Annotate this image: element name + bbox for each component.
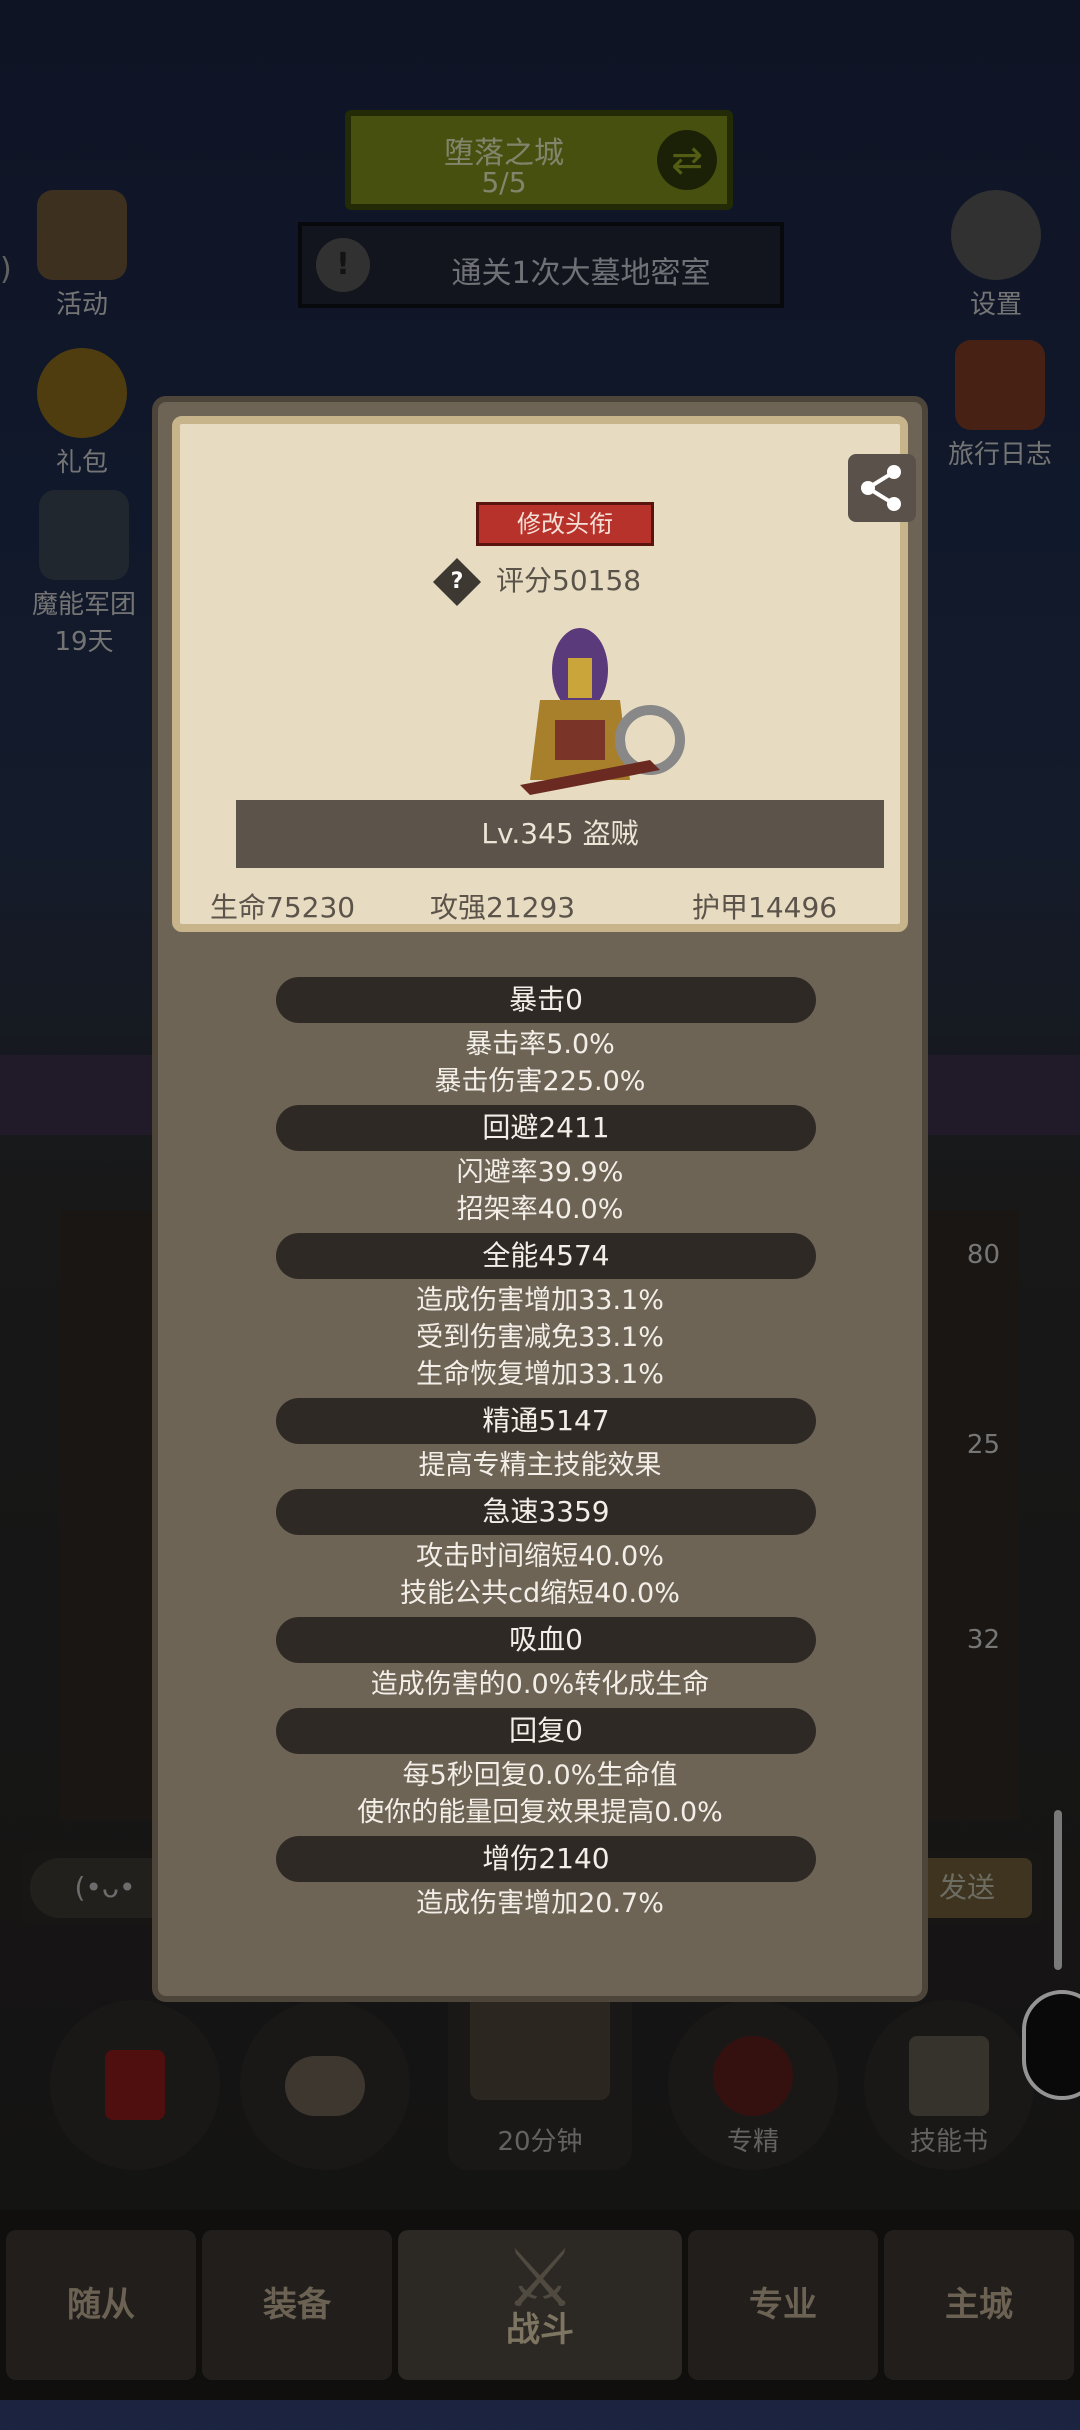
map-progress: 5/5: [481, 166, 527, 199]
gift-button[interactable]: 礼包: [22, 348, 142, 479]
journal-button[interactable]: 旅行日志: [930, 340, 1070, 471]
scrollbar[interactable]: [1054, 1810, 1062, 1970]
stat-line: 造成伤害的0.0%转化成生命: [370, 1669, 710, 1700]
stat-line: 受到伤害减免33.1%: [416, 1322, 664, 1353]
score-row: ? 评分50158: [432, 556, 642, 607]
stat-line: 使你的能量回复效果提高0.0%: [357, 1797, 723, 1828]
stat-line: 暴击率5.0%: [465, 1029, 615, 1060]
item-count: 80: [966, 1240, 1000, 1270]
versatility-header: 全能4574: [276, 1233, 816, 1279]
lifesteal-header: 吸血0: [276, 1617, 816, 1663]
crossed-swords-icon: ⚔: [504, 2232, 576, 2325]
share-icon: [861, 465, 901, 511]
regen-header: 回复0: [276, 1708, 816, 1754]
potion-icon: [105, 2050, 165, 2120]
item-count: 25: [966, 1430, 1000, 1460]
stat-line: 招架率40.0%: [456, 1194, 624, 1225]
quest-bar[interactable]: ! 通关1次大墓地密室: [298, 222, 784, 308]
stat-line: 每5秒回复0.0%生命值: [402, 1760, 678, 1791]
edit-title-button[interactable]: 修改头衔: [476, 502, 654, 546]
nav-tab-battle[interactable]: ⚔ 战斗: [398, 2230, 682, 2380]
legion-button[interactable]: 魔能军团 19天: [14, 490, 154, 658]
attack-stat: 攻强21293: [430, 891, 576, 924]
treasure-chest-icon: [470, 1990, 610, 2100]
help-icon[interactable]: ?: [432, 557, 482, 607]
stat-line: 提高专精主技能效果: [418, 1450, 662, 1481]
crit-header: 暴击0: [276, 977, 816, 1023]
bottom-nav: 随从 装备 ⚔ 战斗 专业 主城: [0, 2210, 1080, 2400]
hp-stat: 生命75230: [210, 891, 356, 924]
gift-coin-icon: [37, 348, 127, 438]
journal-book-icon: [955, 340, 1045, 430]
stat-line: 攻击时间缩短40.0%: [416, 1541, 664, 1572]
score-value: 评分50158: [496, 564, 642, 597]
haste-header: 急速3359: [276, 1489, 816, 1535]
level-class-bar: Lv.345 盗贼: [236, 800, 884, 868]
specialization-icon: [713, 2036, 793, 2116]
skill-book-slot[interactable]: 技能书: [864, 2000, 1034, 2170]
character-stats-modal: 修改头衔 ? 评分50158 Lv.345 盗贼 生命75230 攻强21293 …: [152, 396, 928, 2002]
stone-icon: [285, 2056, 365, 2116]
stat-line: 技能公共cd缩短40.0%: [400, 1578, 680, 1609]
nav-tab-main-city[interactable]: 主城: [884, 2230, 1074, 2380]
item-count: 32: [966, 1625, 1000, 1655]
stat-line: 生命恢复增加33.1%: [416, 1359, 664, 1390]
event-button[interactable]: 活动: [22, 190, 142, 321]
dodge-header: 回避2411: [276, 1105, 816, 1151]
nav-tab-equipment[interactable]: 装备: [202, 2230, 392, 2380]
stat-line: 暴击伤害225.0%: [434, 1066, 646, 1097]
map-banner[interactable]: 堕落之城 5/5 ⇄: [345, 110, 733, 210]
specialization-slot[interactable]: 专精: [668, 2000, 838, 2170]
left-edge-text: ): [0, 252, 12, 287]
event-scroll-icon: [37, 190, 127, 280]
stat-line: 造成伤害增加20.7%: [416, 1888, 664, 1919]
stat-line: 闪避率39.9%: [456, 1157, 624, 1188]
swap-map-icon[interactable]: ⇄: [657, 130, 717, 190]
floating-assistant-button[interactable]: [1022, 1990, 1080, 2100]
share-button[interactable]: [848, 454, 916, 522]
character-avatar: [520, 628, 685, 795]
skill-book-icon: [909, 2036, 989, 2116]
mastery-header: 精通5147: [276, 1398, 816, 1444]
gear-icon: [951, 190, 1041, 280]
armor-stat: 护甲14496: [692, 891, 838, 924]
quest-text: 通关1次大墓地密室: [451, 256, 711, 291]
potion-slot[interactable]: [50, 2000, 220, 2170]
character-card: 修改头衔 ? 评分50158 Lv.345 盗贼 生命75230 攻强21293 …: [172, 416, 916, 932]
stone-slot[interactable]: [240, 2000, 410, 2170]
stat-line: 造成伤害增加33.1%: [416, 1285, 664, 1316]
damage-bonus-header: 增伤2140: [276, 1836, 816, 1882]
nav-tab-followers[interactable]: 随从: [6, 2230, 196, 2380]
alert-icon: !: [316, 238, 370, 292]
legion-icon: [39, 490, 129, 580]
nav-tab-profession[interactable]: 专业: [688, 2230, 878, 2380]
settings-button[interactable]: 设置: [936, 190, 1056, 321]
